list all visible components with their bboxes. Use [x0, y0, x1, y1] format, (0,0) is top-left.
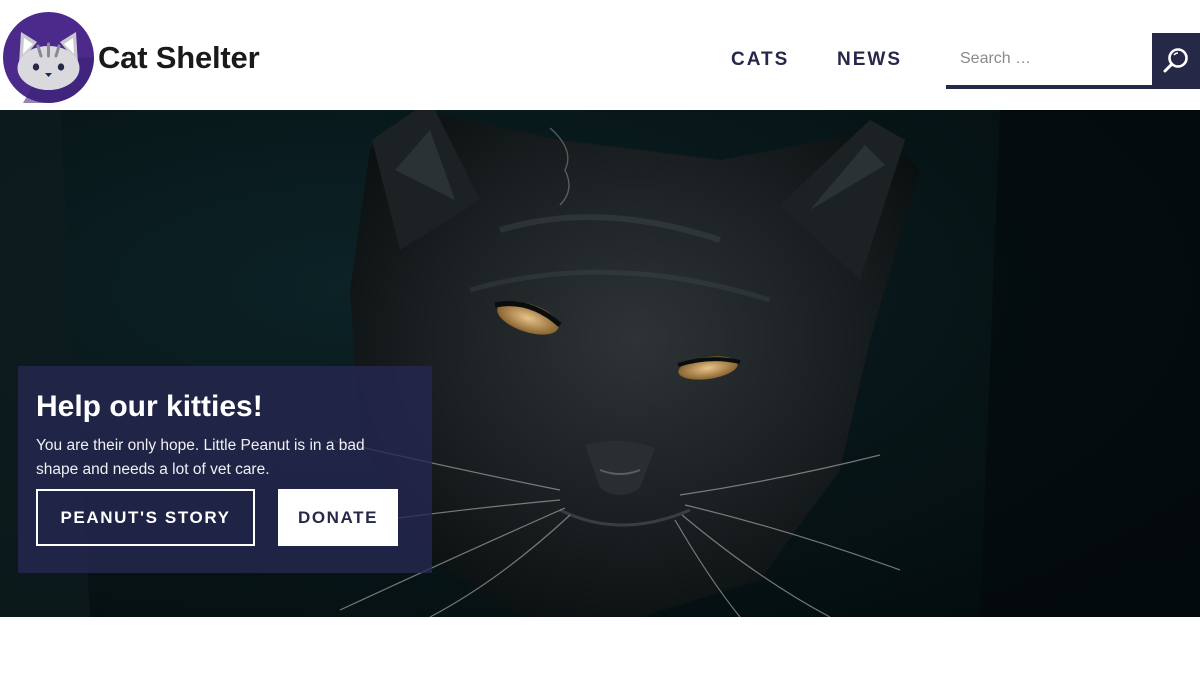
- hero-title: Help our kitties!: [36, 390, 263, 423]
- hero-banner: Help our kitties! You are their only hop…: [0, 110, 1200, 617]
- donate-button[interactable]: DONATE: [278, 489, 398, 546]
- cat-face-icon: [3, 12, 94, 103]
- search-button[interactable]: [1152, 33, 1200, 89]
- site-header: Cat Shelter CATS NEWS: [0, 0, 1200, 110]
- nav-link-news[interactable]: NEWS: [837, 49, 902, 71]
- hero-callout: Help our kitties! You are their only hop…: [18, 366, 432, 573]
- nav-link-cats[interactable]: CATS: [731, 49, 789, 71]
- search-input[interactable]: [946, 33, 1153, 89]
- site-title[interactable]: Cat Shelter: [98, 40, 260, 76]
- search-icon: [1163, 48, 1188, 73]
- logo[interactable]: [3, 12, 94, 103]
- hero-description: You are their only hope. Little Peanut i…: [36, 437, 365, 478]
- peanuts-story-button[interactable]: PEANUT'S STORY: [36, 489, 255, 546]
